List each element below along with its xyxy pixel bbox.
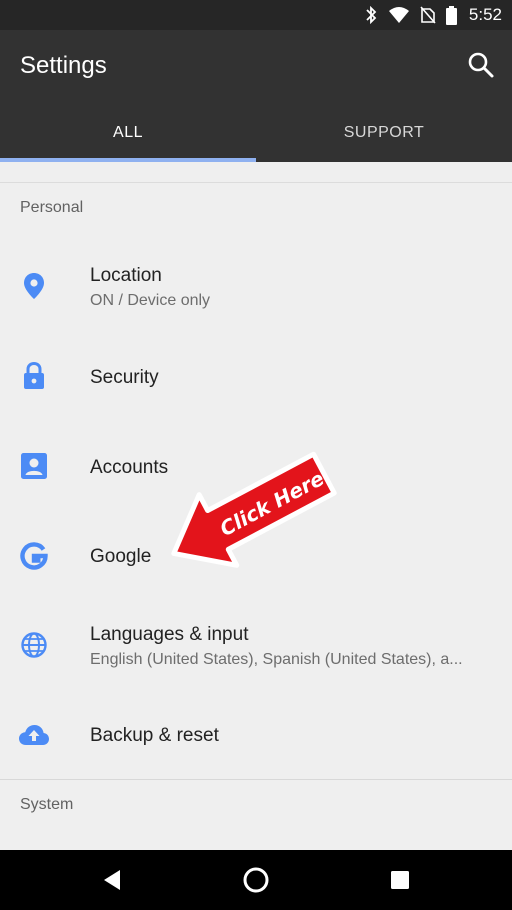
app-bar: Settings ALL SUPPORT — [0, 30, 512, 162]
wifi-icon — [388, 7, 409, 23]
setting-item-security[interactable]: Security — [0, 337, 512, 417]
google-icon — [18, 540, 50, 572]
overview-button[interactable] — [385, 865, 415, 895]
status-icons: 5:52 — [364, 0, 502, 30]
page-title: Settings — [20, 52, 107, 79]
back-icon — [104, 870, 120, 890]
cloud-upload-icon — [18, 719, 50, 751]
back-button[interactable] — [97, 865, 127, 895]
home-icon — [243, 867, 269, 893]
search-button[interactable] — [466, 50, 496, 80]
section-header-system: System — [20, 796, 74, 813]
setting-item-location[interactable]: Location ON / Device only — [0, 246, 512, 326]
lock-icon — [18, 360, 50, 392]
location-icon — [18, 270, 50, 302]
recents-icon — [391, 871, 409, 889]
tab-support[interactable]: SUPPORT — [256, 106, 512, 162]
battery-icon — [445, 5, 457, 25]
setting-title: Backup & reset — [90, 725, 219, 746]
no-sim-icon — [420, 6, 436, 24]
section-header-personal: Personal — [20, 199, 84, 216]
setting-subtitle: English (United States), Spanish (United… — [90, 651, 463, 668]
setting-item-languages-input[interactable]: Languages & input English (United States… — [0, 604, 512, 684]
divider — [0, 779, 512, 780]
bluetooth-icon — [366, 6, 377, 24]
setting-title: Location — [90, 265, 162, 286]
setting-title: Security — [90, 367, 159, 388]
divider — [0, 182, 512, 183]
clock: 5:52 — [468, 5, 502, 24]
setting-item-backup-reset[interactable]: Backup & reset — [0, 695, 512, 775]
account-icon — [18, 450, 50, 482]
tab-bar: ALL SUPPORT — [0, 106, 512, 162]
globe-icon — [18, 629, 50, 661]
home-button[interactable] — [241, 865, 271, 895]
tab-all[interactable]: ALL — [0, 106, 256, 162]
search-icon — [468, 52, 494, 78]
setting-title: Google — [90, 546, 152, 567]
status-bar: 5:52 — [0, 0, 512, 30]
setting-subtitle: ON / Device only — [90, 292, 211, 309]
click-here-arrow: Click Here — [171, 451, 337, 568]
navigation-bar — [0, 850, 512, 910]
setting-title: Languages & input — [90, 624, 249, 645]
